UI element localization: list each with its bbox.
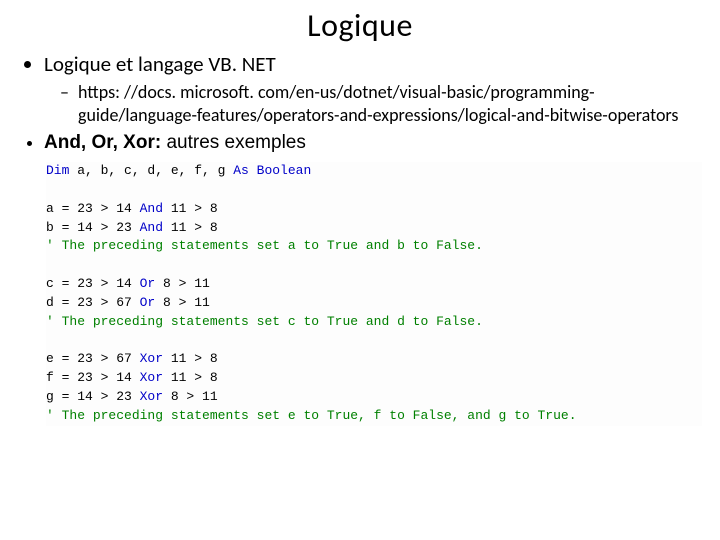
kw-as-boolean: As Boolean — [233, 163, 311, 178]
comment-cd: The preceding statements set c to True a… — [54, 314, 483, 329]
comment-tick: ' — [46, 408, 54, 423]
code-d: d = 23 > 67 — [46, 295, 140, 310]
bullet-list-2: And, Or, Xor: autres exemples — [18, 132, 702, 154]
code-e2: 11 > 8 — [163, 351, 218, 366]
code-b: b = 14 > 23 — [46, 220, 140, 235]
page-title: Logique — [18, 6, 702, 45]
kw-xor: Xor — [140, 389, 163, 404]
code-b2: 11 > 8 — [163, 220, 218, 235]
code-g2: 8 > 11 — [163, 389, 218, 404]
bullet-text: Logique et langage VB. NET — [44, 51, 276, 77]
kw-xor: Xor — [140, 351, 163, 366]
comment-tick: ' — [46, 314, 54, 329]
code-c: c = 23 > 14 — [46, 276, 140, 291]
code-block: Dim a, b, c, d, e, f, g As Boolean a = 2… — [46, 162, 702, 426]
bullet-list-1: Logique et langage VB. NET https: //docs… — [18, 51, 702, 126]
sub-bullet-list: https: //docs. microsoft. com/en-us/dotn… — [44, 81, 702, 126]
kw-dim: Dim — [46, 163, 69, 178]
bullet-logique-vbnet: Logique et langage VB. NET https: //docs… — [44, 51, 702, 126]
bullet-and-or-xor: And, Or, Xor: autres exemples — [44, 132, 702, 154]
comment-efg: The preceding statements set e to True, … — [54, 408, 577, 423]
comment-ab: The preceding statements set a to True a… — [54, 238, 483, 253]
code-g: g = 14 > 23 — [46, 389, 140, 404]
operators-label: And, Or, Xor: — [44, 132, 161, 153]
bullet-rest: autres exemples — [161, 132, 306, 153]
code-vars: a, b, c, d, e, f, g — [69, 163, 233, 178]
docs-link[interactable]: https: //docs. microsoft. com/en-us/dotn… — [78, 81, 702, 126]
code-f2: 11 > 8 — [163, 370, 218, 385]
kw-and: And — [140, 201, 163, 216]
code-a2: 11 > 8 — [163, 201, 218, 216]
code-d2: 8 > 11 — [155, 295, 210, 310]
slide: Logique Logique et langage VB. NET https… — [0, 0, 720, 434]
code-c2: 8 > 11 — [155, 276, 210, 291]
kw-and: And — [140, 220, 163, 235]
comment-tick: ' — [46, 238, 54, 253]
kw-xor: Xor — [140, 370, 163, 385]
kw-or: Or — [140, 276, 156, 291]
kw-or: Or — [140, 295, 156, 310]
code-f: f = 23 > 14 — [46, 370, 140, 385]
code-a: a = 23 > 14 — [46, 201, 140, 216]
code-e: e = 23 > 67 — [46, 351, 140, 366]
